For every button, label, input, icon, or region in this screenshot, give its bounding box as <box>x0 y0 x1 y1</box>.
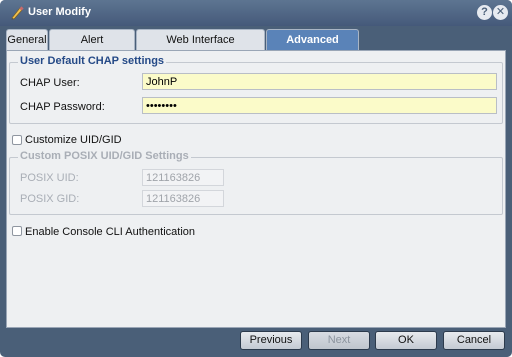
posix-uid-input[interactable] <box>142 169 224 186</box>
tab-advanced-settings[interactable]: Advanced Settings <box>266 29 359 66</box>
close-icon[interactable]: ✕ <box>493 5 508 20</box>
next-button[interactable]: Next <box>308 331 370 350</box>
previous-button[interactable]: Previous <box>240 331 302 350</box>
chap-user-label: CHAP User: <box>20 77 80 89</box>
user-modify-dialog: User Modify ? ✕ General Alert Subscripti… <box>0 0 512 357</box>
tab-general[interactable]: General <box>6 29 48 50</box>
chap-settings-legend: User Default CHAP settings <box>18 55 167 67</box>
tab-web-interface-customization[interactable]: Web Interface Customization <box>136 29 265 66</box>
posix-gid-input[interactable] <box>142 190 224 207</box>
posix-settings-legend: Custom POSIX UID/GID Settings <box>18 150 191 162</box>
customize-uid-gid-checkbox[interactable] <box>12 135 22 145</box>
posix-uid-label: POSIX UID: <box>20 172 79 184</box>
chap-password-label: CHAP Password: <box>20 101 105 113</box>
chap-user-input[interactable] <box>142 73 497 90</box>
customize-uid-gid-label: Customize UID/GID <box>25 134 122 146</box>
cancel-button[interactable]: Cancel <box>443 331 505 350</box>
chap-password-input[interactable] <box>142 97 497 114</box>
enable-cli-auth-label: Enable Console CLI Authentication <box>25 226 196 238</box>
user-edit-icon <box>11 6 24 20</box>
tab-alert-subscriptions[interactable]: Alert Subscriptions <box>49 29 135 66</box>
dialog-titlebar[interactable]: User Modify ? ✕ <box>0 0 512 26</box>
tab-content-panel: User Default CHAP settings CHAP User: CH… <box>6 50 506 328</box>
posix-gid-label: POSIX GID: <box>20 193 80 205</box>
posix-settings-group: Custom POSIX UID/GID Settings POSIX UID:… <box>9 150 503 215</box>
ok-button[interactable]: OK <box>375 331 437 350</box>
help-icon[interactable]: ? <box>477 5 492 20</box>
enable-cli-auth-checkbox[interactable] <box>12 226 22 236</box>
chap-settings-group: User Default CHAP settings CHAP User: CH… <box>9 55 503 124</box>
dialog-title: User Modify <box>28 6 91 18</box>
